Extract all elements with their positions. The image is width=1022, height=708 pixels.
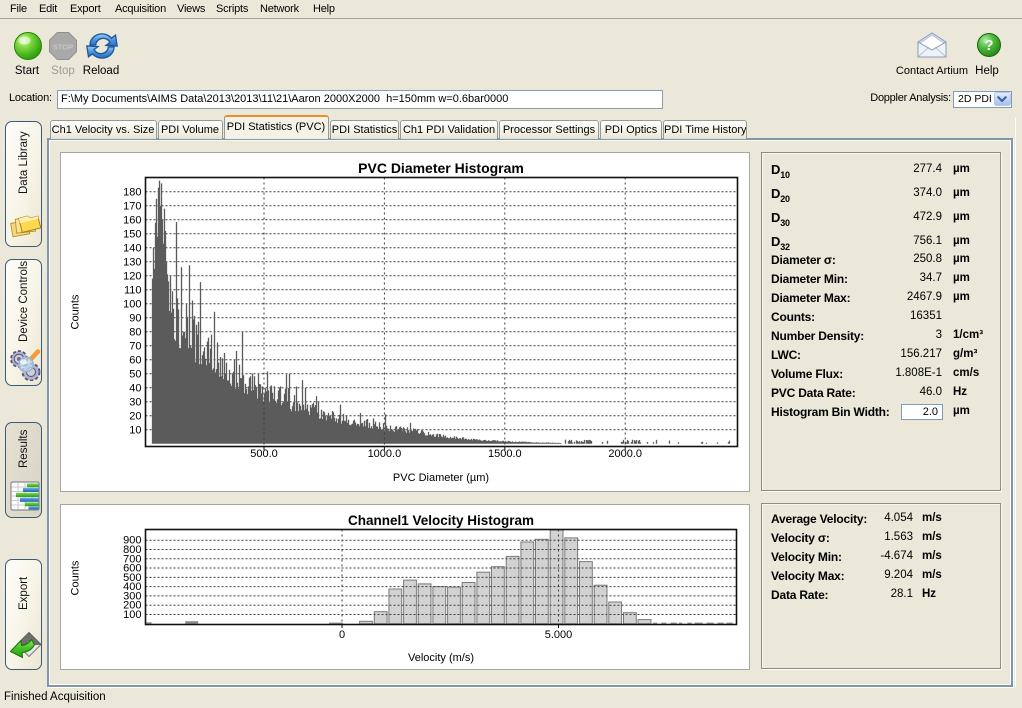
svg-text:180: 180 xyxy=(123,186,141,198)
svg-text:1000.0: 1000.0 xyxy=(368,448,402,460)
svg-text:90: 90 xyxy=(129,312,141,324)
svg-text:0: 0 xyxy=(339,629,345,641)
svg-text:80: 80 xyxy=(129,326,141,338)
svg-text:Counts: Counts xyxy=(70,560,82,595)
svg-text:10: 10 xyxy=(129,424,141,436)
svg-text:2000.0: 2000.0 xyxy=(608,448,642,460)
svg-text:STOP: STOP xyxy=(53,43,73,52)
svg-text:500.0: 500.0 xyxy=(250,448,278,460)
svg-text:Velocity (m/s): Velocity (m/s) xyxy=(408,652,474,664)
svg-text:170: 170 xyxy=(123,200,141,212)
svg-text:100: 100 xyxy=(123,298,141,310)
svg-text:PVC Diameter (µm): PVC Diameter (µm) xyxy=(393,472,489,484)
svg-text:130: 130 xyxy=(123,256,141,268)
svg-text:110: 110 xyxy=(124,284,142,296)
svg-text:Counts: Counts xyxy=(70,294,82,329)
svg-text:PVC Diameter Histogram: PVC Diameter Histogram xyxy=(358,160,524,176)
svg-text:1500.0: 1500.0 xyxy=(488,448,522,460)
svg-text:5.000: 5.000 xyxy=(545,629,573,641)
svg-text:Channel1 Velocity Histogram: Channel1 Velocity Histogram xyxy=(348,513,534,528)
svg-text:160: 160 xyxy=(123,214,141,226)
svg-text:900: 900 xyxy=(123,535,141,547)
svg-text:30: 30 xyxy=(129,396,141,408)
svg-text:60: 60 xyxy=(129,354,141,366)
svg-text:?: ? xyxy=(985,38,994,54)
svg-text:20: 20 xyxy=(129,410,141,422)
svg-text:140: 140 xyxy=(123,242,141,254)
svg-text:150: 150 xyxy=(123,228,141,240)
svg-text:50: 50 xyxy=(129,368,141,380)
svg-text:70: 70 xyxy=(129,340,141,352)
svg-text:40: 40 xyxy=(129,382,141,394)
svg-text:120: 120 xyxy=(123,270,141,282)
